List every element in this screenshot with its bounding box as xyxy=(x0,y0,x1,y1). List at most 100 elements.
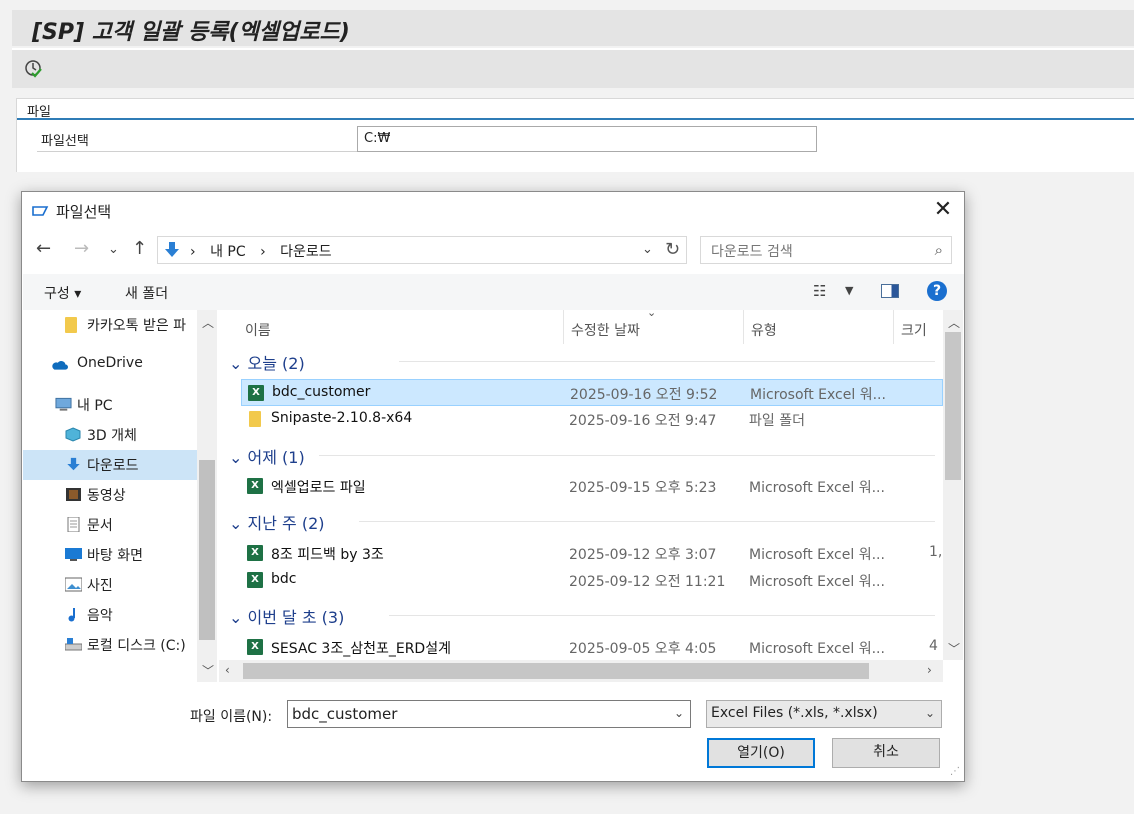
new-folder-button[interactable]: 새 폴더 xyxy=(125,283,168,303)
column-divider[interactable] xyxy=(563,310,564,344)
filename-label: 파일 이름(N): xyxy=(190,709,273,725)
file-dialog: 파일선택 ✕ ← → ⌄ ↑ › 내 PC › 다운로드 ⌄ ↻ 다운로드 검색… xyxy=(21,191,965,782)
file-date: 2025-09-15 오후 5:23 xyxy=(569,480,717,496)
file-row[interactable]: X 엑셀업로드 파일 2025-09-15 오후 5:23 Microsoft … xyxy=(241,473,943,500)
nav-item-onedrive[interactable]: OneDrive xyxy=(23,350,198,380)
breadcrumb-item-downloads[interactable]: 다운로드 xyxy=(280,244,332,260)
search-placeholder: 다운로드 검색 xyxy=(711,244,793,260)
group-count: (2) xyxy=(301,514,325,533)
group-header-earlier-this-month[interactable]: ⌄ 이번 달 초 (3) xyxy=(229,604,344,628)
breadcrumb-item-pc[interactable]: 내 PC xyxy=(210,244,246,260)
up-icon[interactable]: ↑ xyxy=(132,238,147,259)
chevron-down-icon: ⌄ xyxy=(924,706,935,720)
file-name: SESAC 3조_삼천포_ERD설계 xyxy=(271,641,451,657)
scroll-right-icon[interactable]: › xyxy=(927,663,932,677)
group-header-last-week[interactable]: ⌄ 지난 주 (2) xyxy=(229,510,325,534)
scroll-down-icon[interactable]: ﹀ xyxy=(202,662,214,679)
chevron-down-icon[interactable]: ⌄ xyxy=(674,706,684,720)
column-header-date[interactable]: 수정한 날짜 xyxy=(571,320,640,340)
column-divider[interactable] xyxy=(893,310,894,344)
group-count: (3) xyxy=(321,608,345,627)
execute-icon[interactable] xyxy=(24,59,44,79)
chevron-down-icon: ⌄ xyxy=(229,354,248,373)
nav-item-pc[interactable]: 내 PC xyxy=(23,390,198,420)
file-path-input[interactable]: C:₩ xyxy=(357,126,817,152)
column-divider[interactable] xyxy=(743,310,744,344)
chevron-down-icon[interactable]: ⌄ xyxy=(642,242,653,257)
nav-item-kakaotalk[interactable]: 카카오톡 받은 파 xyxy=(23,310,198,340)
excel-icon: X xyxy=(247,639,263,655)
help-icon[interactable]: ? xyxy=(927,281,947,301)
scroll-down-icon[interactable]: ﹀ xyxy=(948,640,960,657)
search-input[interactable]: 다운로드 검색 ⌕ xyxy=(700,236,952,264)
file-type: Microsoft Excel 워... xyxy=(749,480,885,496)
refresh-icon[interactable]: ↻ xyxy=(665,239,680,260)
close-icon[interactable]: ✕ xyxy=(928,196,958,226)
file-type: Microsoft Excel 워... xyxy=(750,387,886,403)
nav-item-downloads[interactable]: 다운로드 xyxy=(23,450,198,480)
file-vertical-scrollbar[interactable]: ︿ ﹀ xyxy=(943,310,963,660)
breadcrumb-separator-icon: › xyxy=(260,244,266,260)
excel-icon: X xyxy=(248,385,264,401)
download-arrow-icon xyxy=(165,242,179,257)
nav-item-videos[interactable]: 동영상 xyxy=(23,480,198,510)
view-dropdown-icon[interactable]: ▼ xyxy=(845,284,853,297)
file-row[interactable]: X bdc 2025-09-12 오전 11:21 Microsoft Exce… xyxy=(241,567,943,594)
file-row[interactable]: Snipaste-2.10.8-x64 2025-09-16 오전 9:47 파… xyxy=(241,406,943,433)
group-divider xyxy=(389,615,935,616)
cancel-button[interactable]: 취소 xyxy=(832,738,940,768)
nav-item-3d[interactable]: 3D 개체 xyxy=(23,420,198,450)
file-date: 2025-09-05 오후 4:05 xyxy=(569,641,717,657)
app-title-bar: [SP] 고객 일괄 등록(엑셀업로드) xyxy=(12,10,1134,46)
group-header-today[interactable]: ⌄ 오늘 (2) xyxy=(229,350,305,374)
file-name: bdc_customer xyxy=(272,384,371,400)
group-label: 이번 달 초 xyxy=(247,608,317,627)
dialog-title-icon xyxy=(32,206,49,216)
nav-scrollbar[interactable]: ︿ ﹀ xyxy=(197,310,217,682)
file-panel: 파일 파일선택 C:₩ xyxy=(16,98,1134,172)
file-date: 2025-09-12 오후 3:07 xyxy=(569,547,717,563)
nav-item-documents[interactable]: 문서 xyxy=(23,510,198,540)
back-icon[interactable]: ← xyxy=(36,238,51,259)
breadcrumb: › 내 PC › 다운로드 xyxy=(190,241,342,261)
nav-item-desktop[interactable]: 바탕 화면 xyxy=(23,540,198,570)
nav-item-music[interactable]: 음악 xyxy=(23,600,198,630)
preview-pane-icon[interactable] xyxy=(881,284,899,298)
resize-grip-icon[interactable]: ⋰ xyxy=(950,766,960,777)
file-type: Microsoft Excel 워... xyxy=(749,547,885,563)
excel-icon: X xyxy=(247,572,263,588)
scroll-up-icon[interactable]: ︿ xyxy=(948,314,960,331)
file-horizontal-scrollbar[interactable]: ‹ › xyxy=(219,660,943,682)
group-label: 어제 xyxy=(247,448,277,467)
file-row[interactable]: X 8조 피드백 by 3조 2025-09-12 오후 3:07 Micros… xyxy=(241,540,943,567)
pictures-icon xyxy=(65,577,82,592)
scroll-up-icon[interactable]: ︿ xyxy=(202,314,214,331)
column-header-type[interactable]: 유형 xyxy=(751,320,777,340)
group-header-yesterday[interactable]: ⌄ 어제 (1) xyxy=(229,444,305,468)
nav-item-pictures[interactable]: 사진 xyxy=(23,570,198,600)
file-hscroll-thumb[interactable] xyxy=(243,663,869,679)
nav-item-label: 로컬 디스크 (C:) xyxy=(87,638,186,654)
disk-icon xyxy=(65,638,82,651)
scroll-left-icon[interactable]: ‹ xyxy=(225,663,230,677)
column-header-size[interactable]: 크기 xyxy=(901,320,927,340)
column-header-name[interactable]: 이름 xyxy=(245,320,271,340)
file-vscroll-thumb[interactable] xyxy=(945,332,961,480)
nav-item-local-disk[interactable]: 로컬 디스크 (C:) xyxy=(23,630,198,660)
excel-icon: X xyxy=(247,545,263,561)
recent-locations-icon[interactable]: ⌄ xyxy=(108,242,119,257)
file-name: 8조 피드백 by 3조 xyxy=(271,547,384,563)
filename-input[interactable]: bdc_customer ⌄ xyxy=(287,700,691,728)
filename-value: bdc_customer xyxy=(292,705,398,723)
command-bar: 구성 ▾ 새 폴더 ☷ ▼ ? xyxy=(23,274,964,310)
music-icon xyxy=(68,608,75,622)
open-button[interactable]: 열기(O) xyxy=(707,738,815,768)
organize-button[interactable]: 구성 ▾ xyxy=(44,283,81,303)
forward-icon[interactable]: → xyxy=(74,238,89,259)
view-options-icon[interactable]: ☷ xyxy=(813,282,826,300)
file-row[interactable]: X SESAC 3조_삼천포_ERD설계 2025-09-05 오후 4:05 … xyxy=(241,634,943,661)
filetype-select[interactable]: Excel Files (*.xls, *.xlsx) ⌄ xyxy=(706,700,942,728)
nav-scroll-thumb[interactable] xyxy=(199,460,215,640)
address-bar[interactable]: › 내 PC › 다운로드 ⌄ ↻ xyxy=(157,236,687,264)
file-row[interactable]: X bdc_customer 2025-09-16 오전 9:52 Micros… xyxy=(241,379,943,406)
